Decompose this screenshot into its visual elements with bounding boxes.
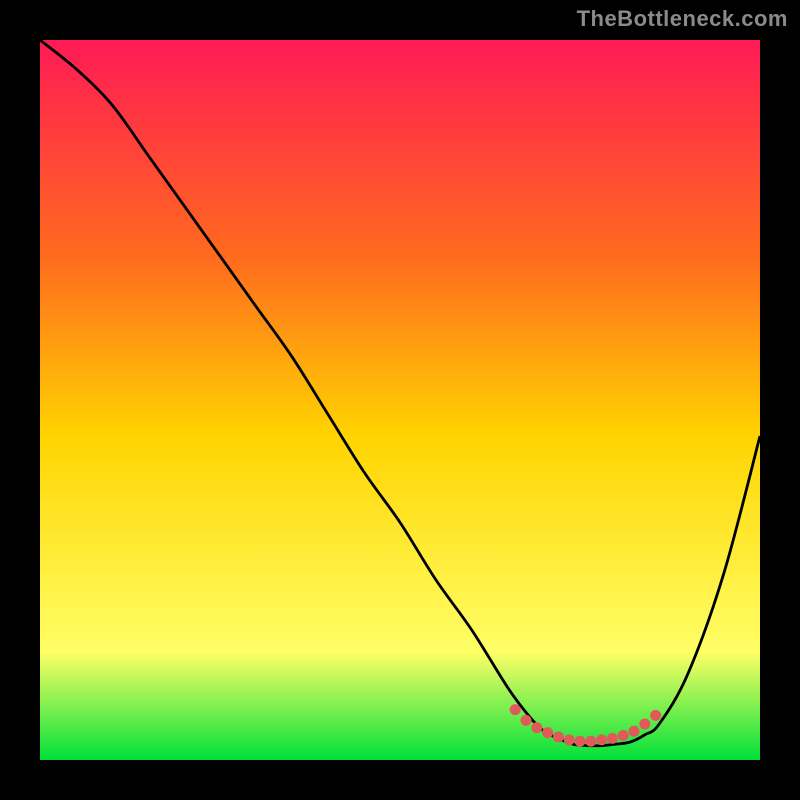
bottom-marker-dot [575, 736, 586, 747]
bottom-marker-dot [510, 704, 521, 715]
plot-area [40, 40, 760, 760]
watermark-text: TheBottleneck.com [577, 6, 788, 32]
gradient-background [40, 40, 760, 760]
bottom-marker-dot [553, 731, 564, 742]
bottom-marker-dot [596, 734, 607, 745]
bottom-marker-dot [531, 722, 542, 733]
bottom-marker-dot [585, 736, 596, 747]
bottom-marker-dot [564, 734, 575, 745]
bottom-marker-dot [639, 719, 650, 730]
bottom-marker-dot [650, 710, 661, 721]
chart-svg [40, 40, 760, 760]
bottom-marker-dot [629, 726, 640, 737]
bottom-marker-dot [618, 730, 629, 741]
bottom-marker-dot [607, 733, 618, 744]
chart-stage: TheBottleneck.com [0, 0, 800, 800]
bottom-marker-dot [521, 715, 532, 726]
bottom-marker-dot [542, 727, 553, 738]
